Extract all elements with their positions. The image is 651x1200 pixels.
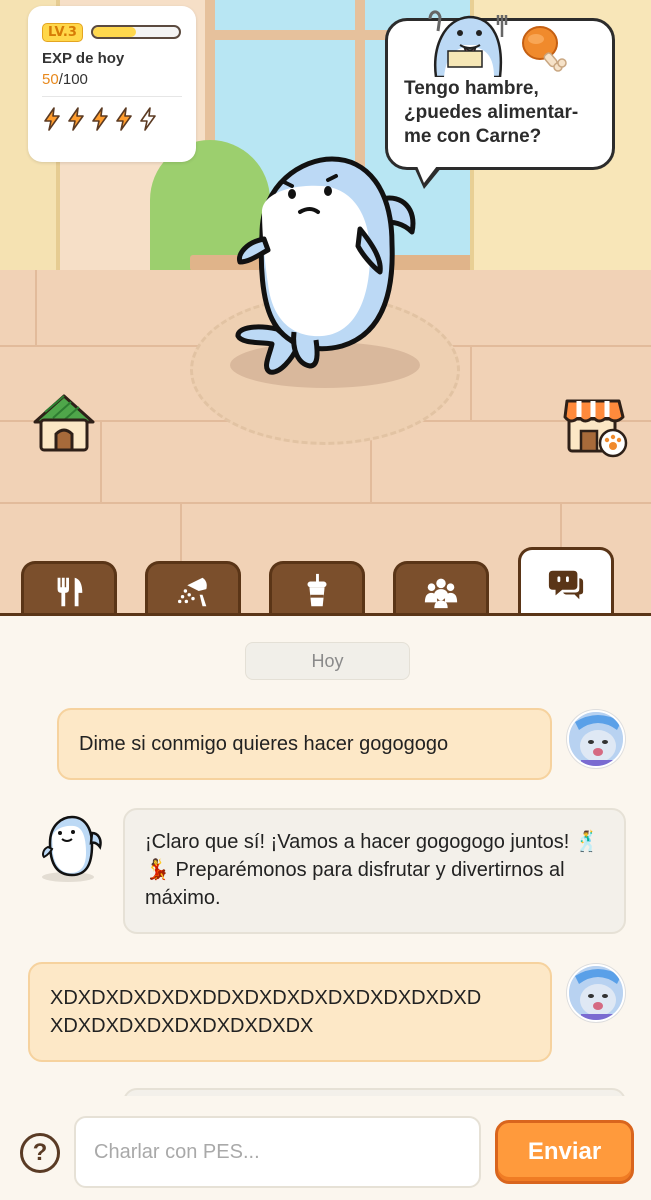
cup-icon xyxy=(307,573,327,606)
input-bar: ? Enviar xyxy=(0,1096,651,1200)
user-avatar[interactable] xyxy=(567,964,625,1022)
tab-chat[interactable] xyxy=(518,547,614,615)
level-badge: LV.3 xyxy=(42,22,83,42)
status-card[interactable]: LV.3 EXP de hoy 50/100 xyxy=(28,6,196,162)
house-icon xyxy=(33,394,95,452)
exp-value: 50/100 xyxy=(42,71,182,88)
user-avatar-image xyxy=(569,966,623,1020)
divider xyxy=(42,96,182,97)
user-message: Dime si conmigo quieres hacer gogogogo xyxy=(57,708,552,780)
people-icon xyxy=(424,578,458,608)
pet-avatar[interactable] xyxy=(40,811,102,883)
lightning-bolt-icon xyxy=(92,107,108,131)
exp-progress-bar xyxy=(90,25,181,39)
lightning-bolt-icon xyxy=(68,107,84,131)
exp-label: EXP de hoy xyxy=(42,50,125,67)
lightning-bolt-icon xyxy=(140,107,156,131)
chat-area[interactable]: Hoy Dime si conmigo quieres hacer gogogo… xyxy=(0,616,651,1096)
send-button[interactable]: Enviar xyxy=(495,1120,634,1184)
shop-icon xyxy=(563,399,628,458)
hunger-message: Tengo hambre, ¿puedes alimentar-me con C… xyxy=(404,78,579,147)
energy-bolts xyxy=(42,107,182,131)
chat-bubble-icon xyxy=(548,570,584,599)
chat-input[interactable] xyxy=(74,1116,481,1188)
tab-friends[interactable] xyxy=(393,561,489,615)
fork-knife-icon xyxy=(57,577,83,606)
pet-message xyxy=(123,1088,626,1096)
meat-icon xyxy=(522,26,567,72)
hunger-speech-bubble[interactable]: Tengo hambre, ¿puedes alimentar-me con C… xyxy=(385,10,615,189)
tab-drink[interactable] xyxy=(269,561,365,615)
hungry-dolphin-icon xyxy=(428,10,508,77)
user-message: XDXDXDXDXDXDDXDXDXDXDXDXDXDXDXD XDXDXDXD… xyxy=(28,962,552,1062)
action-tabs xyxy=(0,545,651,615)
exp-current: 50 xyxy=(42,71,59,88)
pet-room-scene: LV.3 EXP de hoy 50/100 Tengo hambre, ¿pu… xyxy=(0,0,651,615)
help-button[interactable]: ? xyxy=(20,1133,60,1173)
dolphin-pet[interactable] xyxy=(232,154,422,379)
exp-max: /100 xyxy=(58,71,88,88)
tab-wash[interactable] xyxy=(145,561,241,615)
user-avatar-image xyxy=(569,712,623,766)
house-button[interactable] xyxy=(31,390,97,456)
exp-progress-fill xyxy=(92,27,136,37)
pet-message: ¡Claro que sí! ¡Vamos a hacer gogogogo j… xyxy=(123,808,626,934)
shop-button[interactable] xyxy=(563,393,629,459)
user-avatar[interactable] xyxy=(567,710,625,768)
lightning-bolt-icon xyxy=(44,107,60,131)
shower-icon xyxy=(177,577,207,606)
lightning-bolt-icon xyxy=(116,107,132,131)
tab-feed[interactable] xyxy=(21,561,117,615)
date-label: Hoy xyxy=(245,642,410,680)
